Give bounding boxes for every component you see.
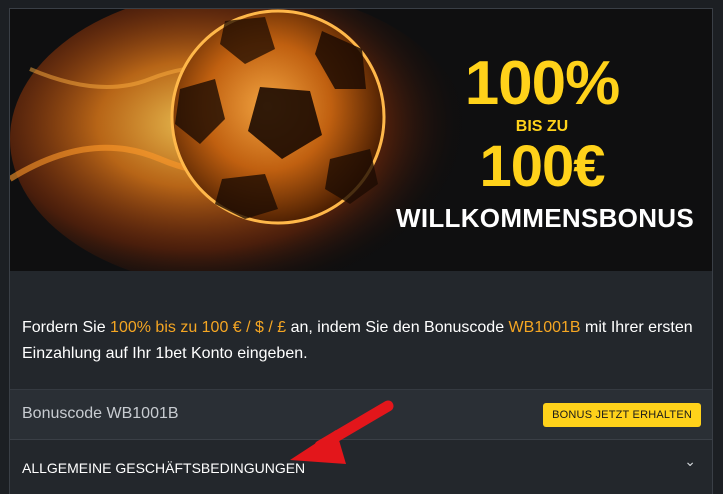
description-part: Fordern Sie — [22, 319, 111, 336]
promo-banner: 100% BIS ZU 100€ WILLKOMMENSBONUS — [10, 9, 712, 271]
description-text: Fordern Sie 100% bis zu 100 € / $ / £ an… — [22, 315, 694, 367]
promo-welcome-bonus: WILLKOMMENSBONUS — [396, 203, 694, 233]
promo-headline: 100% BIS ZU 100€ WILLKOMMENSBONUS — [396, 49, 694, 234]
bonus-amount-highlight: 100% bis zu 100 € / $ / £ — [110, 319, 287, 336]
bonus-code-highlight: WB1001B — [508, 319, 581, 336]
bonus-code-label: Bonuscode WB1001B — [22, 405, 179, 422]
bonus-description: Fordern Sie 100% bis zu 100 € / $ / £ an… — [10, 271, 712, 389]
red-arrow-icon — [290, 400, 394, 464]
promo-percentage: 100% — [464, 49, 621, 118]
claim-bonus-button[interactable]: BONUS JETZT ERHALTEN — [543, 403, 701, 427]
chevron-down-icon[interactable]: ⌄ — [684, 453, 696, 470]
terms-label: ALLGEMEINE GESCHÄFTSBEDINGUNGEN — [22, 460, 306, 476]
description-part: an, indem Sie den Bonuscode — [286, 319, 509, 336]
promo-amount: 100€ — [479, 134, 605, 199]
